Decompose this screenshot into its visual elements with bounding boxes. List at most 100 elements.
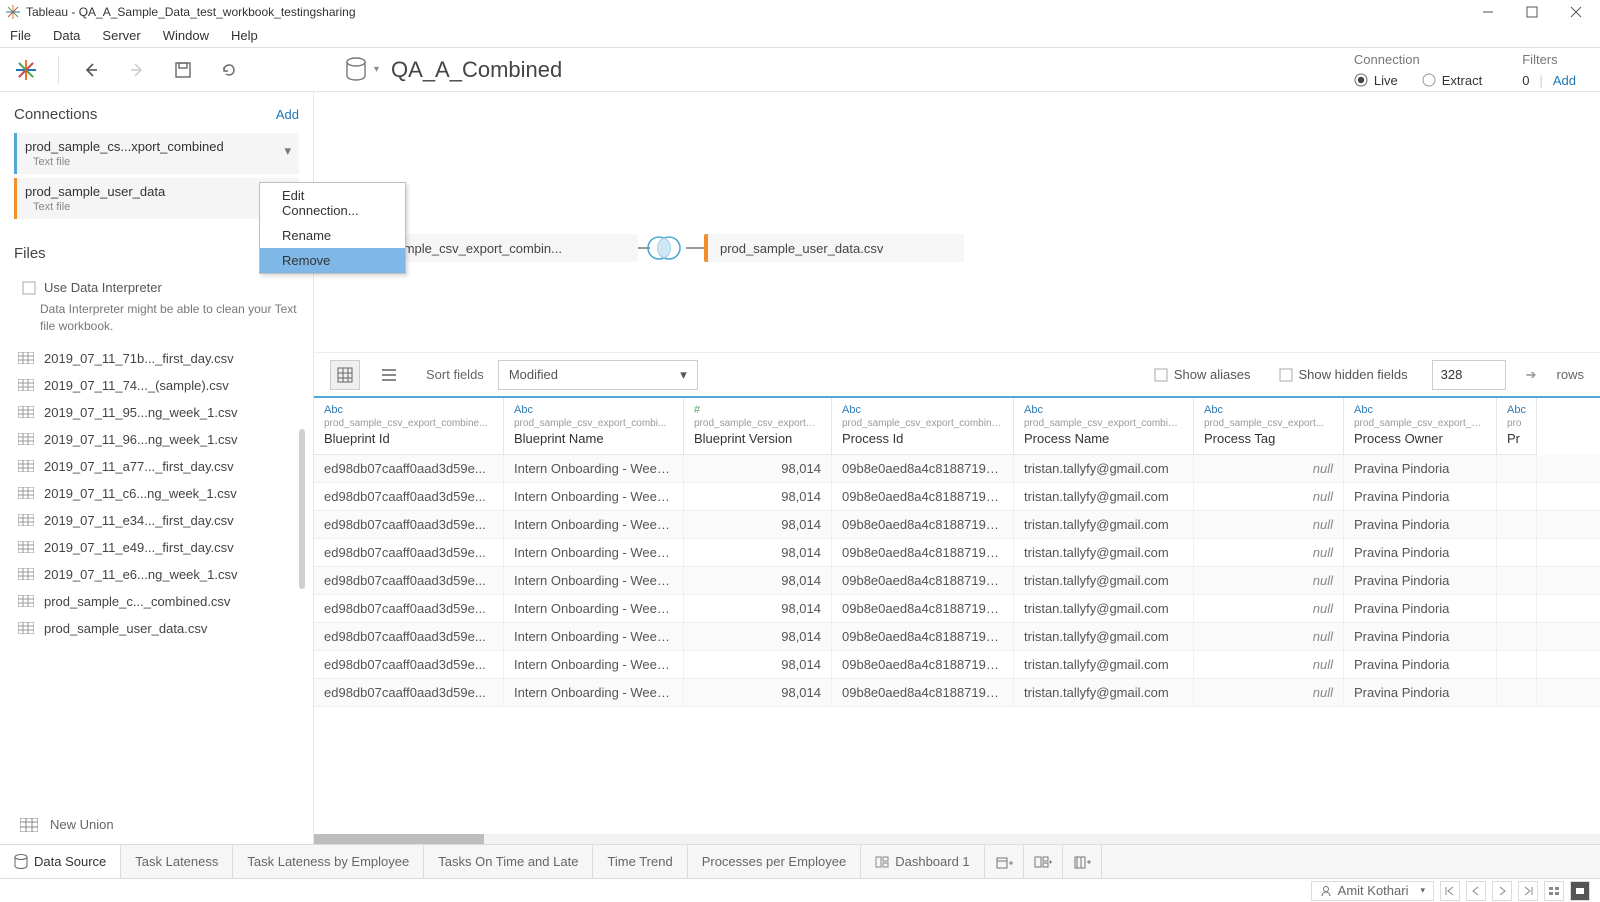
- menu-window[interactable]: Window: [163, 28, 209, 43]
- new-worksheet-button[interactable]: [985, 845, 1024, 878]
- dropdown-caret-icon[interactable]: ▾: [374, 64, 379, 75]
- add-connection-link[interactable]: Add: [276, 107, 299, 122]
- table-pill-left[interactable]: sample_csv_export_combin...: [374, 234, 638, 262]
- menu-server[interactable]: Server: [102, 28, 140, 43]
- ctx-remove[interactable]: Remove: [260, 248, 405, 273]
- table-row[interactable]: ed98db07caaff0aad3d59e...Intern Onboardi…: [314, 623, 1600, 651]
- new-dashboard-button[interactable]: [1024, 845, 1063, 878]
- checkbox-data-interpreter[interactable]: Use Data Interpreter: [22, 280, 299, 295]
- grid-body: ed98db07caaff0aad3d59e...Intern Onboardi…: [314, 455, 1600, 834]
- presentation-mode-icon[interactable]: [1570, 881, 1590, 901]
- status-bar: Amit Kothari ▾: [0, 878, 1600, 902]
- column-header[interactable]: Abcprod_sample_csv_export_combine...Proc…: [832, 398, 1014, 455]
- grid-view-button[interactable]: [330, 360, 360, 390]
- checkbox-show-aliases[interactable]: Show aliases: [1154, 367, 1251, 382]
- file-item[interactable]: 2019_07_11_c6...ng_week_1.csv: [14, 484, 299, 503]
- file-item[interactable]: 2019_07_11_a77..._first_day.csv: [14, 457, 299, 476]
- list-view-button[interactable]: [374, 360, 404, 390]
- datasource-icon[interactable]: [344, 56, 368, 84]
- next-icon[interactable]: [1492, 881, 1512, 901]
- refresh-icon[interactable]: [215, 56, 243, 84]
- close-button[interactable]: [1566, 2, 1586, 22]
- table-row[interactable]: ed98db07caaff0aad3d59e...Intern Onboardi…: [314, 455, 1600, 483]
- column-header[interactable]: Abcprod_sample_csv_export_combi...Bluepr…: [504, 398, 684, 455]
- file-item[interactable]: prod_sample_c..._combined.csv: [14, 592, 299, 611]
- chevron-down-icon: ▾: [680, 367, 687, 383]
- tableau-logo-icon[interactable]: [12, 56, 40, 84]
- table-icon: [18, 622, 34, 634]
- table-row[interactable]: ed98db07caaff0aad3d59e...Intern Onboardi…: [314, 651, 1600, 679]
- sheet-tab[interactable]: Tasks On Time and Late: [424, 845, 593, 878]
- ctx-edit-connection[interactable]: Edit Connection...: [260, 183, 405, 223]
- chevron-down-icon[interactable]: ▾: [284, 143, 291, 159]
- forward-icon[interactable]: [123, 56, 151, 84]
- file-item[interactable]: 2019_07_11_e49..._first_day.csv: [14, 538, 299, 557]
- new-story-button[interactable]: [1063, 845, 1102, 878]
- connection-item[interactable]: prod_sample_cs...xport_combined Text fil…: [14, 133, 299, 174]
- filters-add-link[interactable]: Add: [1553, 73, 1576, 88]
- table-icon: [18, 352, 34, 364]
- menu-file[interactable]: File: [10, 28, 31, 43]
- file-item[interactable]: prod_sample_user_data.csv: [14, 619, 299, 638]
- first-icon[interactable]: [1440, 881, 1460, 901]
- tableau-logo-icon: [6, 5, 20, 19]
- sort-fields-select[interactable]: Modified ▾: [498, 360, 698, 390]
- separator: [58, 56, 59, 84]
- minimize-button[interactable]: [1478, 2, 1498, 22]
- rows-label: rows: [1557, 367, 1584, 382]
- user-menu[interactable]: Amit Kothari ▾: [1311, 881, 1434, 901]
- file-item[interactable]: 2019_07_11_e6...ng_week_1.csv: [14, 565, 299, 584]
- table-row[interactable]: ed98db07caaff0aad3d59e...Intern Onboardi…: [314, 511, 1600, 539]
- table-row[interactable]: ed98db07caaff0aad3d59e...Intern Onboardi…: [314, 539, 1600, 567]
- maximize-button[interactable]: [1522, 2, 1542, 22]
- radio-extract[interactable]: Extract: [1422, 73, 1482, 88]
- toolbar: ▾ QA_A_Combined Connection Live Extract …: [0, 48, 1600, 92]
- sheet-tab[interactable]: Dashboard 1: [861, 845, 984, 878]
- row-count-input[interactable]: 328: [1432, 360, 1506, 390]
- menu-help[interactable]: Help: [231, 28, 258, 43]
- table-row[interactable]: ed98db07caaff0aad3d59e...Intern Onboardi…: [314, 595, 1600, 623]
- prev-icon[interactable]: [1466, 881, 1486, 901]
- show-sheets-icon[interactable]: [1544, 881, 1564, 901]
- file-item[interactable]: 2019_07_11_71b..._first_day.csv: [14, 349, 299, 368]
- column-header[interactable]: #prod_sample_csv_export_co...Blueprint V…: [684, 398, 832, 455]
- file-item[interactable]: 2019_07_11_95...ng_week_1.csv: [14, 403, 299, 422]
- datasource-title[interactable]: QA_A_Combined: [391, 57, 562, 83]
- join-canvas[interactable]: sample_csv_export_combin... prod_sample_…: [314, 92, 1600, 352]
- menu-data[interactable]: Data: [53, 28, 80, 43]
- save-icon[interactable]: [169, 56, 197, 84]
- horizontal-scrollbar[interactable]: [314, 834, 1600, 844]
- ctx-rename[interactable]: Rename: [260, 223, 405, 248]
- scrollbar-thumb[interactable]: [314, 834, 484, 844]
- new-union-button[interactable]: New Union: [14, 805, 299, 844]
- column-header[interactable]: AbcproPr: [1497, 398, 1537, 455]
- connection-item[interactable]: prod_sample_user_data Text file: [14, 178, 299, 219]
- last-icon[interactable]: [1518, 881, 1538, 901]
- radio-live[interactable]: Live: [1354, 73, 1398, 88]
- table-row[interactable]: ed98db07caaff0aad3d59e...Intern Onboardi…: [314, 679, 1600, 707]
- table-row[interactable]: ed98db07caaff0aad3d59e...Intern Onboardi…: [314, 483, 1600, 511]
- sheet-tab[interactable]: Task Lateness by Employee: [233, 845, 424, 878]
- tab-data-source[interactable]: Data Source: [0, 845, 121, 878]
- sheet-tab[interactable]: Processes per Employee: [688, 845, 862, 878]
- table-icon: [18, 379, 34, 391]
- filters-count: 0: [1522, 73, 1529, 88]
- sheet-tab[interactable]: Task Lateness: [121, 845, 233, 878]
- join-icon[interactable]: [644, 232, 684, 264]
- file-item[interactable]: 2019_07_11_74..._(sample).csv: [14, 376, 299, 395]
- back-icon[interactable]: [77, 56, 105, 84]
- column-header[interactable]: Abcprod_sample_csv_export...Process Tag: [1194, 398, 1344, 455]
- column-header[interactable]: Abcprod_sample_csv_export_combine...Blue…: [314, 398, 504, 455]
- go-arrow-icon[interactable]: ➔: [1526, 367, 1537, 383]
- table-icon: [18, 487, 34, 499]
- column-header[interactable]: Abcprod_sample_csv_export_combine...Proc…: [1014, 398, 1194, 455]
- file-item[interactable]: 2019_07_11_96...ng_week_1.csv: [14, 430, 299, 449]
- table-pill-right[interactable]: prod_sample_user_data.csv: [704, 234, 964, 262]
- sheet-tab[interactable]: Time Trend: [593, 845, 687, 878]
- column-header[interactable]: Abcprod_sample_csv_export_com...Process …: [1344, 398, 1497, 455]
- scrollbar[interactable]: [299, 429, 305, 589]
- table-icon: [18, 514, 34, 526]
- file-item[interactable]: 2019_07_11_e34..._first_day.csv: [14, 511, 299, 530]
- table-row[interactable]: ed98db07caaff0aad3d59e...Intern Onboardi…: [314, 567, 1600, 595]
- checkbox-show-hidden[interactable]: Show hidden fields: [1279, 367, 1408, 382]
